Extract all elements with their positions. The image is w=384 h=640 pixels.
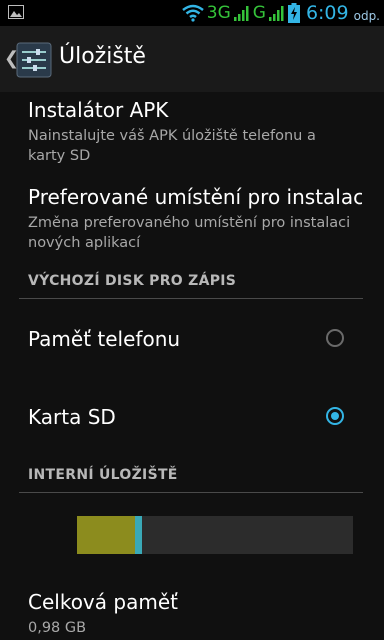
radio-button-unchecked[interactable] xyxy=(326,329,344,347)
item-subtitle: Změna preferovaného umístění pro instala… xyxy=(28,215,351,251)
signal-icon xyxy=(233,6,249,21)
status-bar: 3G G 6:09 odp. xyxy=(0,0,384,26)
network-type-2: G xyxy=(252,3,266,23)
storage-segment-apps xyxy=(77,516,135,554)
preferred-install-location-item[interactable]: Preferované umístění pro instalaci Změna… xyxy=(28,185,362,253)
clock: 6:09 xyxy=(305,2,349,24)
total-label: Celková paměť xyxy=(28,590,178,614)
storage-settings-icon[interactable] xyxy=(16,42,52,78)
section-header-write-disk: VÝCHOZÍ DISK PRO ZÁPIS xyxy=(28,273,237,289)
storage-segment-other xyxy=(135,516,142,554)
network-type-1: 3G xyxy=(206,3,231,23)
radio-option-sd-card[interactable]: Karta SD xyxy=(0,385,384,451)
image-icon xyxy=(8,5,24,19)
page-title: Úložiště xyxy=(59,44,146,69)
radio-label: Paměť telefonu xyxy=(28,327,181,351)
item-title: Preferované umístění pro instalaci xyxy=(28,185,362,209)
wifi-icon xyxy=(181,4,204,22)
apk-installer-item[interactable]: Instalátor APK Nainstalujte váš APK úlož… xyxy=(28,98,354,166)
carrier-label: odp. xyxy=(353,8,380,23)
item-subtitle: Nainstalujte váš APK úložiště telefonu a… xyxy=(28,128,316,164)
battery-charging-icon xyxy=(287,3,300,23)
divider xyxy=(19,492,363,493)
total-memory-item: Celková paměť 0,98 GB xyxy=(28,590,354,638)
section-header-internal-storage: INTERNÍ ÚLOŽIŠTĚ xyxy=(28,467,178,483)
radio-label: Karta SD xyxy=(28,405,116,429)
divider xyxy=(19,298,363,299)
action-bar: ❮ Úložiště xyxy=(0,26,384,92)
total-value: 0,98 GB xyxy=(28,620,87,636)
item-title: Instalátor APK xyxy=(28,98,169,122)
signal-icon xyxy=(268,6,284,21)
radio-option-phone-memory[interactable]: Paměť telefonu xyxy=(0,307,384,373)
storage-usage-bar xyxy=(77,516,353,554)
radio-button-checked[interactable] xyxy=(326,407,344,425)
